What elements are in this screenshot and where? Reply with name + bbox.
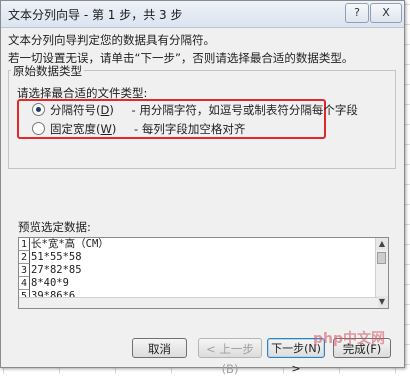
- cancel-button[interactable]: 取消: [132, 338, 187, 358]
- data-preview-pane[interactable]: 1 2 3 4 5 长*宽*高（CM） 51*55*58 27*82*85 8*…: [18, 237, 389, 309]
- intro-text-1: 文本分列向导判定您的数据具有分隔符。: [8, 33, 215, 47]
- back-button[interactable]: < 上一步(B): [198, 338, 262, 376]
- option-fixed-width-label: 固定宽度(W): [50, 122, 117, 136]
- row-number: 4: [19, 277, 30, 290]
- data-type-legend: 原始数据类型: [11, 63, 84, 79]
- site-watermark: php中文网: [313, 331, 386, 347]
- preview-horizontal-scrollbar[interactable]: [19, 297, 378, 308]
- preview-label: 预览选定数据:: [18, 220, 91, 234]
- scroll-up-icon[interactable]: ▲: [376, 238, 388, 250]
- preview-row: 8*40*9: [31, 277, 69, 289]
- preview-row: 51*55*58: [31, 251, 82, 263]
- row-number: 2: [19, 251, 30, 264]
- row-number: 1: [19, 238, 30, 251]
- preview-row: 长*宽*高（CM）: [31, 238, 109, 250]
- option-delimited-label: 分隔符号(D): [50, 103, 114, 117]
- preview-row: 27*82*85: [31, 264, 82, 276]
- close-button[interactable]: X: [370, 3, 402, 23]
- preview-rows: 长*宽*高（CM） 51*55*58 27*82*85 8*40*9 39*86…: [31, 238, 109, 303]
- radio-delimited[interactable]: [32, 103, 45, 116]
- title-bar: 文本分列向导 - 第 1 步，共 3 步 ? X: [1, 1, 404, 28]
- row-number: 3: [19, 264, 30, 277]
- text-to-columns-wizard-dialog: 文本分列向导 - 第 1 步，共 3 步 ? X 文本分列向导判定您的数据具有分…: [0, 0, 405, 376]
- dialog-title: 文本分列向导 - 第 1 步，共 3 步: [8, 8, 183, 22]
- row-number-column: 1 2 3 4 5: [19, 238, 30, 303]
- option-fixed-width[interactable]: 固定宽度(W) - 每列字段加空格对齐: [32, 121, 245, 137]
- option-delimited[interactable]: 分隔符号(D) - 用分隔字符，如逗号或制表符分隔每个字段: [32, 102, 358, 118]
- option-delimited-description: - 用分隔字符，如逗号或制表符分隔每个字段: [131, 103, 358, 117]
- option-fixed-width-description: - 每列字段加空格对齐: [134, 122, 246, 136]
- scroll-thumb[interactable]: [377, 252, 386, 264]
- help-button[interactable]: ?: [345, 3, 369, 23]
- radio-fixed-width[interactable]: [32, 122, 45, 135]
